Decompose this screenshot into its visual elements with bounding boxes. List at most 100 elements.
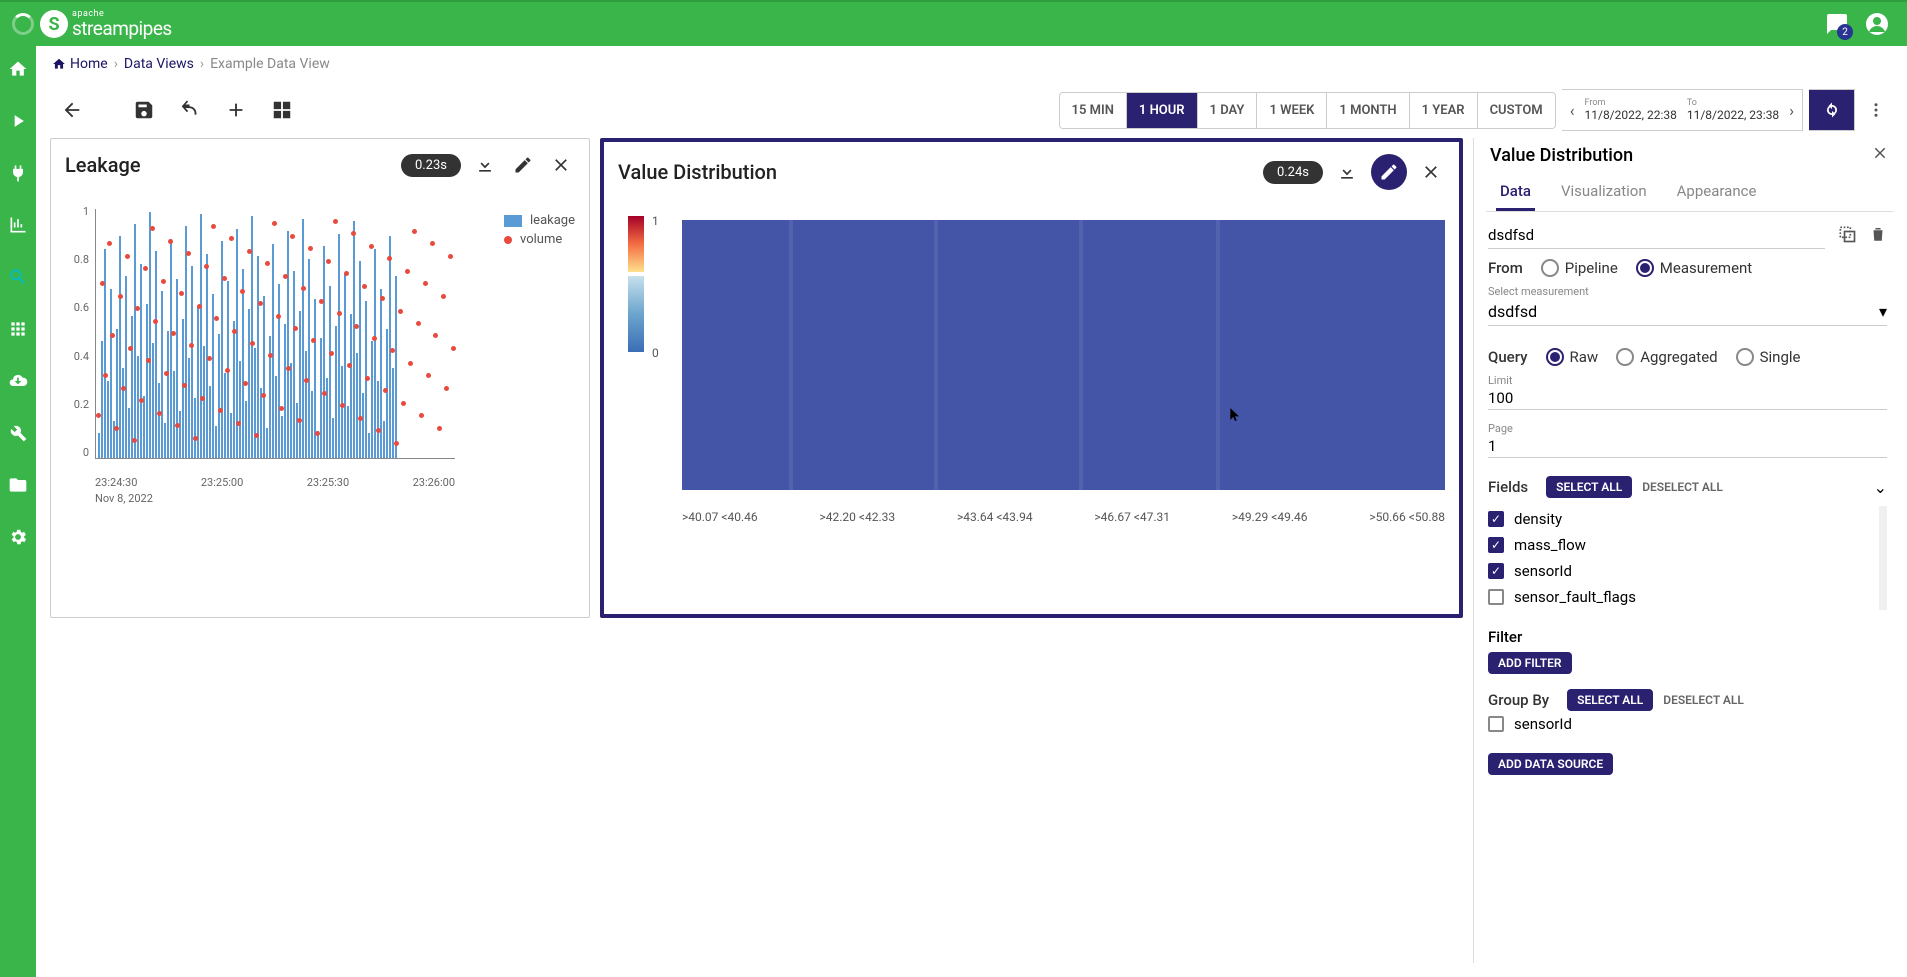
- time-range-1-month[interactable]: 1 MONTH: [1327, 93, 1409, 128]
- groupby-check-sensorId[interactable]: sensorId: [1488, 711, 1887, 737]
- vdist-chart: 1 0: [618, 210, 1445, 530]
- fields-deselect-all-button[interactable]: DESELECT ALL: [1642, 480, 1723, 494]
- nav-play-icon[interactable]: [7, 110, 29, 132]
- nav-wrench-icon[interactable]: [7, 422, 29, 444]
- field-check-mass_flow[interactable]: mass_flow: [1488, 532, 1873, 558]
- panel-vdist-close-icon[interactable]: [1417, 158, 1445, 186]
- leakage-x-date: Nov 8, 2022: [95, 492, 153, 505]
- panel-vdist-title: Value Distribution: [618, 160, 1253, 184]
- save-button[interactable]: [124, 90, 164, 130]
- from-radio-measurement[interactable]: Measurement: [1636, 259, 1752, 277]
- more-menu-icon[interactable]: [1861, 89, 1891, 131]
- nav-folder-icon[interactable]: [7, 474, 29, 496]
- filter-label: Filter: [1488, 628, 1887, 646]
- side-nav: [0, 46, 36, 977]
- back-button[interactable]: [52, 90, 92, 130]
- breadcrumb: Home › Data Views › Example Data View: [36, 46, 1907, 82]
- notifications-icon[interactable]: 2: [1825, 12, 1849, 36]
- nav-search-icon[interactable]: [7, 266, 29, 288]
- query-radio-single[interactable]: Single: [1736, 348, 1801, 366]
- config-title: Value Distribution: [1490, 145, 1871, 166]
- date-from-value[interactable]: 11/8/2022, 22:38: [1585, 108, 1677, 122]
- panel-leakage-close-icon[interactable]: [547, 151, 575, 179]
- leakage-chart: leakage volume 10.80.60.40.20 23:24:3023…: [65, 199, 575, 509]
- measurement-label: Select measurement: [1488, 285, 1887, 298]
- fields-select-all-button[interactable]: SELECT ALL: [1546, 476, 1632, 498]
- breadcrumb-data-views[interactable]: Data Views: [124, 56, 194, 72]
- groupby-label: Group By: [1488, 691, 1549, 709]
- groupby-select-all-button[interactable]: SELECT ALL: [1567, 689, 1653, 711]
- page-input[interactable]: [1488, 435, 1887, 458]
- field-check-density[interactable]: density: [1488, 506, 1873, 532]
- time-range-1-day[interactable]: 1 DAY: [1198, 93, 1258, 128]
- panel-leakage-edit-icon[interactable]: [509, 151, 537, 179]
- top-bar: S apache streampipes 2: [0, 0, 1907, 46]
- time-range-custom[interactable]: CUSTOM: [1478, 93, 1555, 128]
- from-radio-pipeline[interactable]: Pipeline: [1541, 259, 1618, 277]
- nav-chart-icon[interactable]: [7, 214, 29, 236]
- date-to-label: To: [1687, 98, 1779, 108]
- limit-input[interactable]: [1488, 387, 1887, 410]
- page-label: Page: [1488, 422, 1887, 435]
- nav-grid-icon[interactable]: [7, 318, 29, 340]
- vdist-colorbar: 1 0: [628, 216, 662, 376]
- query-label: Query: [1488, 348, 1528, 366]
- chevron-down-icon: ▾: [1879, 302, 1887, 321]
- date-from-label: From: [1585, 98, 1677, 108]
- query-radio-aggregated[interactable]: Aggregated: [1616, 348, 1717, 366]
- breadcrumb-sep: ›: [114, 56, 118, 72]
- panel-leakage-title: Leakage: [65, 153, 391, 177]
- nav-plug-icon[interactable]: [7, 162, 29, 184]
- nav-settings-icon[interactable]: [7, 526, 29, 548]
- measurement-select[interactable]: dsdfsd ▾: [1488, 298, 1887, 326]
- date-to-value[interactable]: 11/8/2022, 23:38: [1687, 108, 1779, 122]
- notifications-badge: 2: [1837, 24, 1853, 40]
- brand-icon: S: [40, 10, 68, 38]
- field-check-sensor_fault_flags[interactable]: sensor_fault_flags: [1488, 584, 1873, 610]
- date-next-icon[interactable]: ›: [1789, 101, 1794, 120]
- time-range-1-hour[interactable]: 1 HOUR: [1127, 93, 1198, 128]
- brand-main: streampipes: [72, 19, 172, 38]
- clone-icon[interactable]: [1837, 224, 1857, 248]
- legend-dot-volume: [504, 236, 512, 244]
- nav-cloud-icon[interactable]: [7, 370, 29, 392]
- panel-value-distribution: Value Distribution 0.24s 1 0: [600, 138, 1463, 618]
- date-prev-icon[interactable]: ‹: [1570, 101, 1575, 120]
- config-tab-data[interactable]: Data: [1496, 174, 1535, 211]
- nav-home-icon[interactable]: [7, 58, 29, 80]
- config-close-icon[interactable]: [1871, 144, 1889, 166]
- limit-label: Limit: [1488, 374, 1887, 387]
- fields-expand-icon[interactable]: ⌄: [1874, 478, 1887, 497]
- breadcrumb-home[interactable]: Home: [52, 56, 108, 72]
- groupby-deselect-all-button[interactable]: DESELECT ALL: [1663, 693, 1744, 707]
- date-range: ‹ From 11/8/2022, 22:38 To 11/8/2022, 23…: [1562, 89, 1803, 131]
- time-range-1-week[interactable]: 1 WEEK: [1257, 93, 1327, 128]
- panel-vdist-timing: 0.24s: [1263, 161, 1323, 184]
- config-panel: Value Distribution Data Visualization Appe…: [1473, 138, 1893, 963]
- panel-leakage-timing: 0.23s: [401, 154, 461, 177]
- config-tab-appearance[interactable]: Appearance: [1673, 174, 1761, 211]
- panel-vdist-edit-icon[interactable]: [1371, 154, 1407, 190]
- panel-leakage: Leakage 0.23s leakage volume 10.80.60.: [50, 138, 590, 618]
- add-button[interactable]: [216, 90, 256, 130]
- add-filter-button[interactable]: ADD FILTER: [1488, 652, 1572, 674]
- toolbar: 15 MIN1 HOUR1 DAY1 WEEK1 MONTH1 YEARCUST…: [36, 82, 1907, 138]
- panel-vdist-download-icon[interactable]: [1333, 158, 1361, 186]
- time-range-1-year[interactable]: 1 YEAR: [1410, 93, 1478, 128]
- undo-button[interactable]: [170, 90, 210, 130]
- field-check-sensorId[interactable]: sensorId: [1488, 558, 1873, 584]
- delete-icon[interactable]: [1869, 225, 1887, 247]
- fields-label: Fields: [1488, 478, 1528, 496]
- from-label: From: [1488, 259, 1523, 277]
- time-range-15-min[interactable]: 15 MIN: [1060, 93, 1127, 128]
- time-range-selector: 15 MIN1 HOUR1 DAY1 WEEK1 MONTH1 YEARCUST…: [1059, 92, 1556, 129]
- account-icon[interactable]: [1865, 12, 1889, 36]
- breadcrumb-current: Example Data View: [210, 56, 330, 72]
- add-data-source-button[interactable]: ADD DATA SOURCE: [1488, 753, 1613, 775]
- config-name-input[interactable]: [1488, 222, 1825, 249]
- config-tab-visualization[interactable]: Visualization: [1557, 174, 1651, 211]
- grid-view-button[interactable]: [262, 90, 302, 130]
- query-radio-raw[interactable]: Raw: [1546, 348, 1599, 366]
- refresh-button[interactable]: [1809, 89, 1855, 131]
- panel-leakage-download-icon[interactable]: [471, 151, 499, 179]
